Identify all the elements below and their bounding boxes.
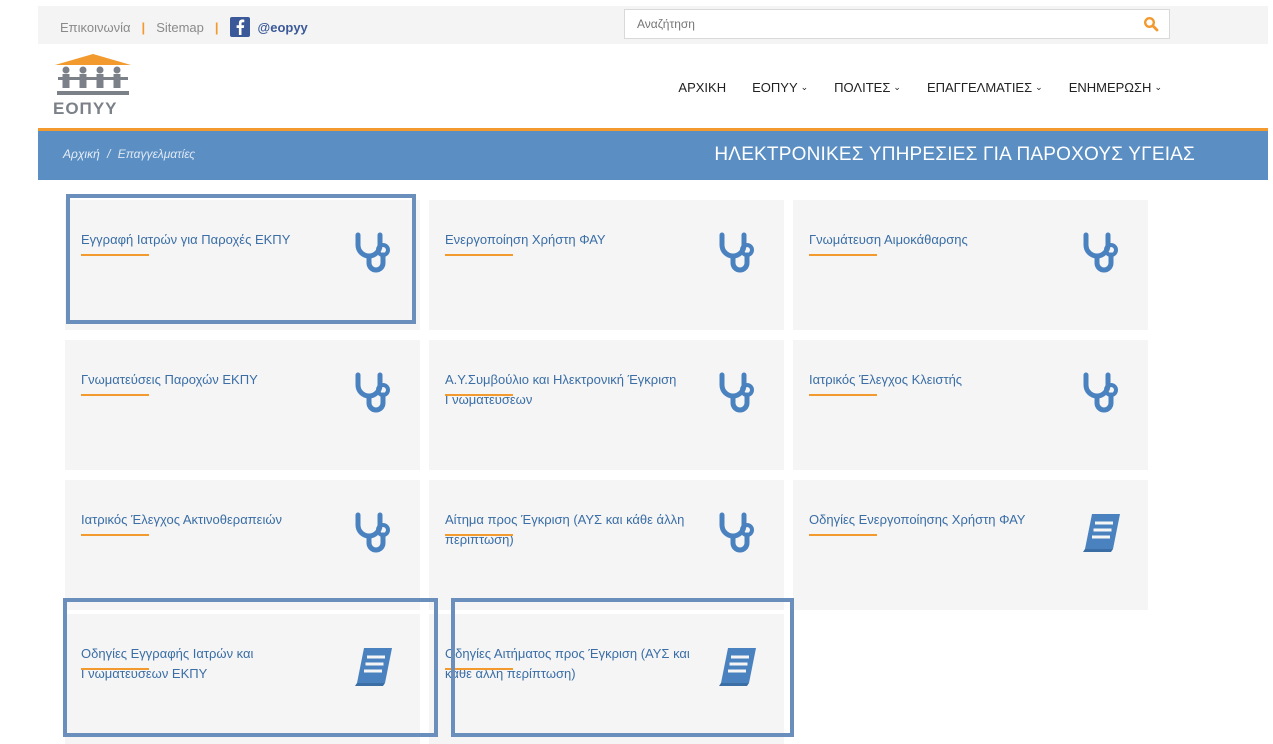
nav-eopyy[interactable]: ΕΟΠΥΥ ⌄ [752,80,808,95]
nav-news-label: ΕΝΗΜΕΡΩΣΗ [1068,80,1152,95]
service-card[interactable]: Εγγραφή Ιατρών για Παροχές ΕΚΠΥ [65,200,420,330]
chevron-down-icon: ⌄ [800,82,809,92]
stethoscope-icon [352,511,396,560]
card-label: Α.Υ.Συμβούλιο και Ηλεκτρονική Έγκριση Γν… [445,372,677,407]
stethoscope-icon [352,371,396,420]
card-label: Ιατρικός Έλεγχος Ακτινοθεραπειών [81,512,283,527]
nav-citizens[interactable]: ΠΟΛΙΤΕΣ ⌄ [834,80,901,95]
service-card[interactable]: Ιατρικός Έλεγχος Κλειστής [793,340,1148,470]
logo-emblem-icon [55,54,131,95]
card-underline [81,394,149,396]
chevron-down-icon: ⌄ [1035,82,1043,92]
card-underline [81,668,149,670]
divider: | [141,19,146,35]
facebook-icon[interactable] [229,17,250,37]
card-underline [809,394,877,396]
breadcrumb-home[interactable]: Αρχική [63,147,100,161]
breadcrumb-separator: / [107,147,111,161]
card-label: Οδηγίες Ενεργοποίησης Χρήστη ΦΑΥ [809,512,1026,527]
card-label: Εγγραφή Ιατρών για Παροχές ΕΚΠΥ [81,232,291,247]
nav-home[interactable]: ΑΡΧΙΚΗ [678,80,726,95]
stethoscope-icon [716,371,760,420]
search-input[interactable] [625,10,1139,38]
divider: | [214,19,219,35]
chevron-down-icon: ⌄ [893,82,901,92]
card-underline [445,534,513,536]
card-label: Οδηγίες Αιτήματος προς Έγκριση (ΑΥΣ και … [445,646,690,681]
eopyy-logo[interactable]: ΕΟΠΥΥ [53,53,133,119]
service-card[interactable]: Γνωμάτευση Αιμοκάθαρσης [793,200,1148,330]
logo-text: ΕΟΠΥΥ [53,99,118,118]
contact-link[interactable]: Επικοινωνία [60,20,131,35]
service-card[interactable]: Οδηγίες Ενεργοποίησης Χρήστη ΦΑΥ [793,480,1148,610]
service-card[interactable]: Οδηγίες Εγγραφής Ιατρών και Γνωματεύσεων… [65,614,420,744]
service-card[interactable]: Αίτημα προς Έγκριση (ΑΥΣ και κάθε άλλη π… [429,480,784,610]
card-label: Οδηγίες Εγγραφής Ιατρών και Γνωματεύσεων… [81,646,254,681]
card-underline [445,254,513,256]
main-nav: ΑΡΧΙΚΗ ΕΟΠΥΥ ⌄ ΠΟΛΙΤΕΣ ⌄ ΕΠΑΓΓΕΛΜΑΤΙΕΣ ⌄ ΕΝ… [652,80,1162,95]
nav-eopyy-label: ΕΟΠΥΥ [752,80,798,95]
card-label: Ιατρικός Έλεγχος Κλειστής [809,372,963,387]
stethoscope-icon [1080,371,1124,420]
card-underline [445,668,513,670]
nav-citizens-label: ΠΟΛΙΤΕΣ [834,80,891,95]
top-bar: Επικοινωνία | Sitemap | @eopyy [38,6,1268,44]
sitemap-link[interactable]: Sitemap [156,20,204,35]
card-label: Γνωματεύσεις Παροχών ΕΚΠΥ [81,372,258,387]
stethoscope-icon [716,511,760,560]
book-icon [352,645,396,694]
page-banner: Αρχική / Επαγγελματίες ΗΛΕΚΤΡΟΝΙΚΕΣ ΥΠΗΡ… [38,128,1268,180]
breadcrumb: Αρχική / Επαγγελματίες [63,147,195,161]
stethoscope-icon [716,231,760,280]
card-underline [81,534,149,536]
search-icon[interactable] [1143,16,1159,37]
nav-home-label: ΑΡΧΙΚΗ [678,80,727,95]
service-card[interactable]: Α.Υ.Συμβούλιο και Ηλεκτρονική Έγκριση Γν… [429,340,784,470]
facebook-handle-link[interactable]: @eopyy [258,20,308,35]
breadcrumb-current: Επαγγελματίες [117,147,196,161]
book-icon [716,645,760,694]
card-label: Αίτημα προς Έγκριση (ΑΥΣ και κάθε άλλη π… [445,512,685,547]
nav-professionals[interactable]: ΕΠΑΓΓΕΛΜΑΤΙΕΣ ⌄ [927,80,1043,95]
nav-professionals-label: ΕΠΑΓΓΕΛΜΑΤΙΕΣ [926,80,1033,95]
chevron-down-icon: ⌄ [1154,82,1162,92]
card-underline [81,254,149,256]
nav-news[interactable]: ΕΝΗΜΕΡΩΣΗ ⌄ [1069,80,1162,95]
search-box [624,9,1170,39]
service-card[interactable]: Ιατρικός Έλεγχος Ακτινοθεραπειών [65,480,420,610]
service-card[interactable]: Γνωματεύσεις Παροχών ΕΚΠΥ [65,340,420,470]
book-icon [1080,511,1124,560]
card-underline [445,394,513,396]
card-label: Ενεργοποίηση Χρήστη ΦΑΥ [445,232,606,247]
stethoscope-icon [1080,231,1124,280]
card-label: Γνωμάτευση Αιμοκάθαρσης [809,232,968,247]
card-underline [809,534,877,536]
page-title: ΗΛΕΚΤΡΟΝΙΚΕΣ ΥΠΗΡΕΣΙΕΣ ΓΙΑ ΠΑΡΟΧΟΥΣ ΥΓΕΙ… [714,144,1195,165]
stethoscope-icon [352,231,396,280]
service-card[interactable]: Ενεργοποίηση Χρήστη ΦΑΥ [429,200,784,330]
service-card[interactable]: Οδηγίες Αιτήματος προς Έγκριση (ΑΥΣ και … [429,614,784,744]
top-links: Επικοινωνία | Sitemap | @eopyy [60,17,308,37]
card-underline [809,254,877,256]
